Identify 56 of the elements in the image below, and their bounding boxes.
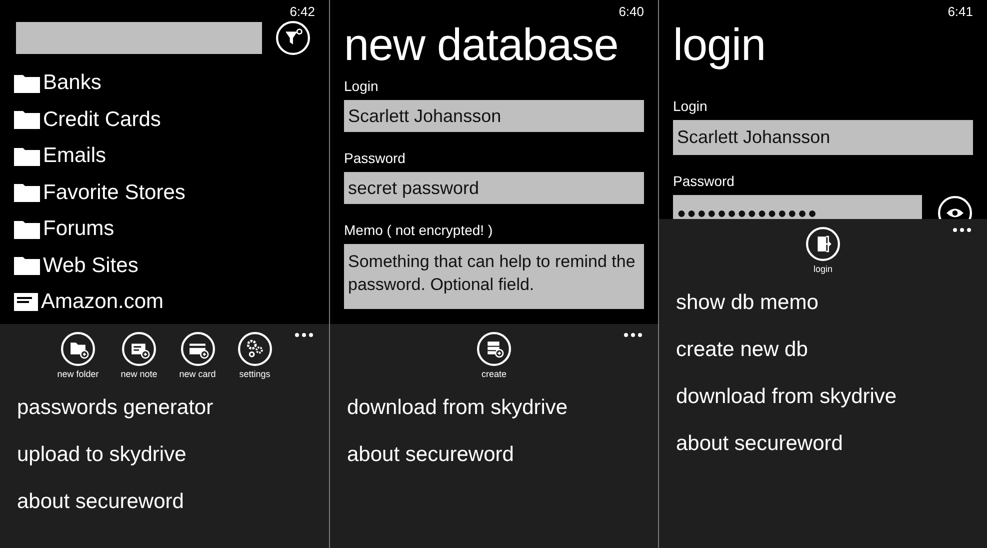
door-icon	[806, 227, 840, 261]
menu-item[interactable]: download from skydrive	[676, 383, 897, 411]
more-icon[interactable]	[624, 333, 642, 337]
folder-icon	[14, 109, 40, 130]
create-button[interactable]: create	[475, 332, 513, 379]
menu-item[interactable]: upload to skydrive	[17, 441, 186, 469]
more-icon[interactable]	[953, 228, 971, 232]
menu-item[interactable]: show db memo	[676, 289, 818, 317]
menu-item[interactable]: about secureword	[17, 488, 184, 516]
folder-item[interactable]: Emails	[14, 141, 106, 170]
note-add-icon	[122, 332, 156, 366]
clock: 6:42	[290, 4, 315, 19]
more-icon[interactable]	[295, 333, 313, 337]
folder-item[interactable]: Banks	[14, 68, 102, 98]
field-label: Password	[344, 150, 406, 166]
filter-icon	[276, 21, 310, 55]
filter-button[interactable]	[276, 21, 310, 55]
folder-icon	[14, 255, 40, 276]
text-field[interactable]: Scarlett Johansson	[673, 120, 973, 155]
clock: 6:41	[948, 4, 973, 19]
folder-icon	[14, 72, 40, 93]
search-field[interactable]	[16, 22, 262, 54]
folder-item[interactable]: Credit Cards	[14, 104, 161, 134]
field-label: Password	[673, 173, 734, 189]
field-label: Login	[344, 78, 378, 94]
page-title: new database	[344, 20, 620, 70]
new-card-button[interactable]: new card	[177, 332, 218, 379]
gears-icon	[238, 332, 272, 366]
clock: 6:40	[618, 4, 644, 19]
field-label: Memo ( not encrypted! )	[344, 222, 493, 238]
text-field[interactable]: Scarlett Johansson	[344, 100, 644, 132]
folder-icon	[14, 182, 40, 202]
note-icon	[14, 292, 38, 311]
folder-add-icon	[60, 332, 95, 366]
settings-button[interactable]: settings	[236, 332, 274, 379]
field-label: Login	[673, 98, 708, 114]
note-item[interactable]: Amazon.com	[14, 287, 164, 316]
password-field[interactable]: ●●●●●●●●●●●●●●	[673, 195, 922, 219]
menu-item[interactable]: create new db	[676, 336, 808, 364]
folder-icon	[14, 146, 40, 166]
login-button[interactable]: login	[804, 227, 842, 274]
memo-field[interactable]: Something that can help to remind the password. Optional field.	[344, 244, 644, 309]
new-note-button[interactable]: new note	[118, 332, 160, 379]
new-folder-button[interactable]: new folder	[55, 332, 101, 379]
menu-item[interactable]: about secureword	[676, 430, 843, 458]
page-title: login	[673, 20, 767, 70]
menu-item[interactable]: download from skydrive	[347, 394, 568, 422]
folder-item[interactable]: Web Sites	[14, 250, 138, 280]
folder-item[interactable]: Forums	[14, 214, 114, 244]
menu-item[interactable]: passwords generator	[17, 394, 214, 422]
menu-item[interactable]: about secureword	[347, 441, 514, 469]
card-add-icon	[180, 332, 215, 366]
folder-icon	[14, 218, 40, 239]
folder-item[interactable]: Favorite Stores	[14, 178, 186, 207]
database-add-icon	[477, 332, 511, 366]
text-field[interactable]: secret password	[344, 172, 644, 204]
